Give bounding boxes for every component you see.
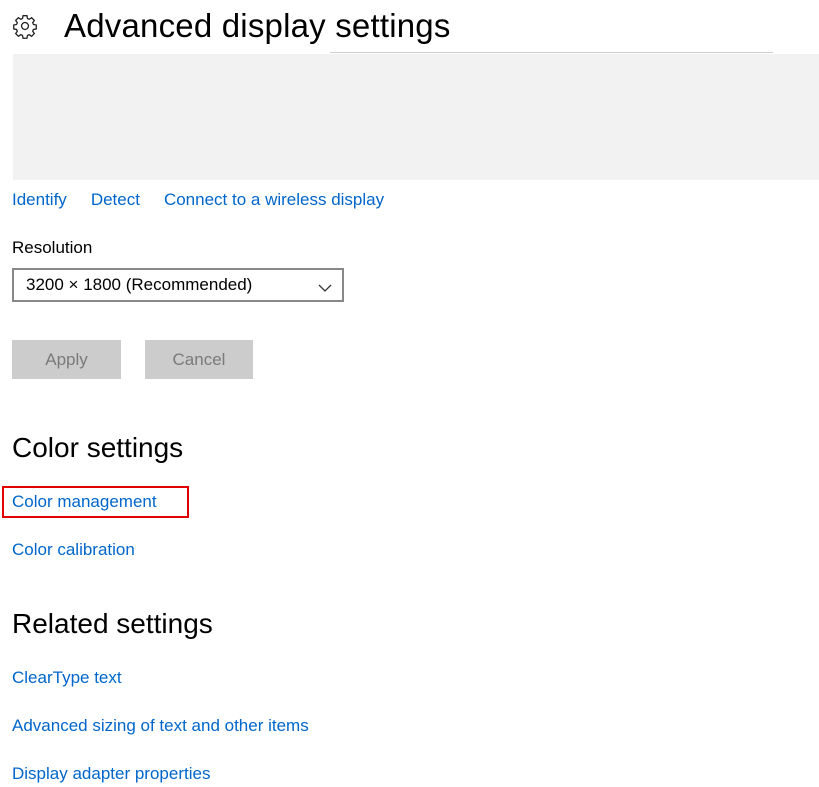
connect-wireless-display-link[interactable]: Connect to a wireless display [164,189,384,211]
detect-link[interactable]: Detect [91,189,140,211]
cleartype-text-link[interactable]: ClearType text [12,667,122,689]
resolution-value: 3200 × 1800 (Recommended) [26,275,253,294]
advanced-display-settings-page: Advanced display settings Identify Detec… [0,0,819,787]
resolution-dropdown[interactable]: 3200 × 1800 (Recommended) [12,268,344,302]
apply-button[interactable]: Apply [12,340,121,379]
header: Advanced display settings [12,4,451,48]
chevron-down-icon [318,280,332,292]
advanced-sizing-link[interactable]: Advanced sizing of text and other items [12,715,309,737]
resolution-label: Resolution [12,238,93,257]
related-settings-heading: Related settings [12,608,213,639]
color-calibration-link[interactable]: Color calibration [12,539,135,561]
cancel-button[interactable]: Cancel [145,340,253,379]
display-arrangement-area[interactable] [13,54,819,180]
color-management-link[interactable]: Color management [12,491,157,513]
color-settings-heading: Color settings [12,432,184,463]
gear-icon [12,13,38,39]
display-adapter-properties-link[interactable]: Display adapter properties [12,763,210,785]
divider [330,52,773,53]
identify-link[interactable]: Identify [12,189,67,211]
page-title: Advanced display settings [64,7,451,44]
display-actions: Identify Detect Connect to a wireless di… [12,189,384,211]
